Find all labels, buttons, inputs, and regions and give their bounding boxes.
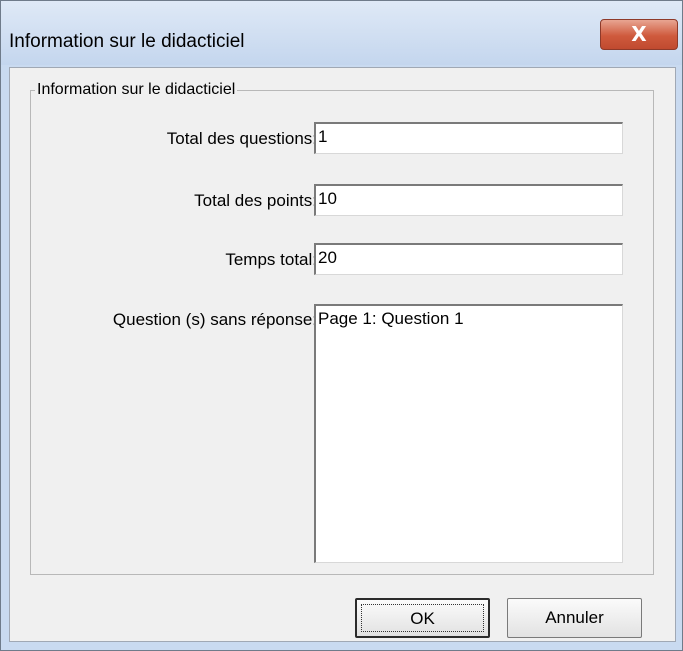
title-bar[interactable]: Information sur le didacticiel X: [1, 1, 682, 65]
close-button[interactable]: X: [600, 19, 678, 50]
total-questions-field[interactable]: 1: [314, 122, 623, 154]
info-groupbox: Information sur le didacticiel Total des…: [30, 81, 654, 575]
window-title: Information sur le didacticiel: [9, 31, 245, 52]
total-time-field[interactable]: 20: [314, 243, 623, 275]
total-points-label: Total des points:: [194, 191, 317, 210]
unanswered-label: Question (s) sans réponse:: [112, 310, 317, 329]
close-icon: X: [631, 22, 647, 46]
ok-button[interactable]: OK: [355, 598, 490, 638]
unanswered-list[interactable]: Page 1: Question 1: [314, 304, 623, 563]
cancel-button[interactable]: Annuler: [507, 598, 642, 638]
dialog-window: Information sur le didacticiel X Informa…: [0, 0, 683, 651]
total-questions-label: Total des questions:: [166, 129, 317, 148]
total-points-field[interactable]: 10: [314, 184, 623, 216]
dialog-body: Information sur le didacticiel Total des…: [9, 67, 676, 642]
groupbox-legend: Information sur le didacticiel: [35, 81, 238, 99]
focus-rectangle: [361, 604, 484, 632]
total-time-label: Temps total:: [225, 250, 317, 269]
cancel-button-label: Annuler: [545, 608, 604, 627]
